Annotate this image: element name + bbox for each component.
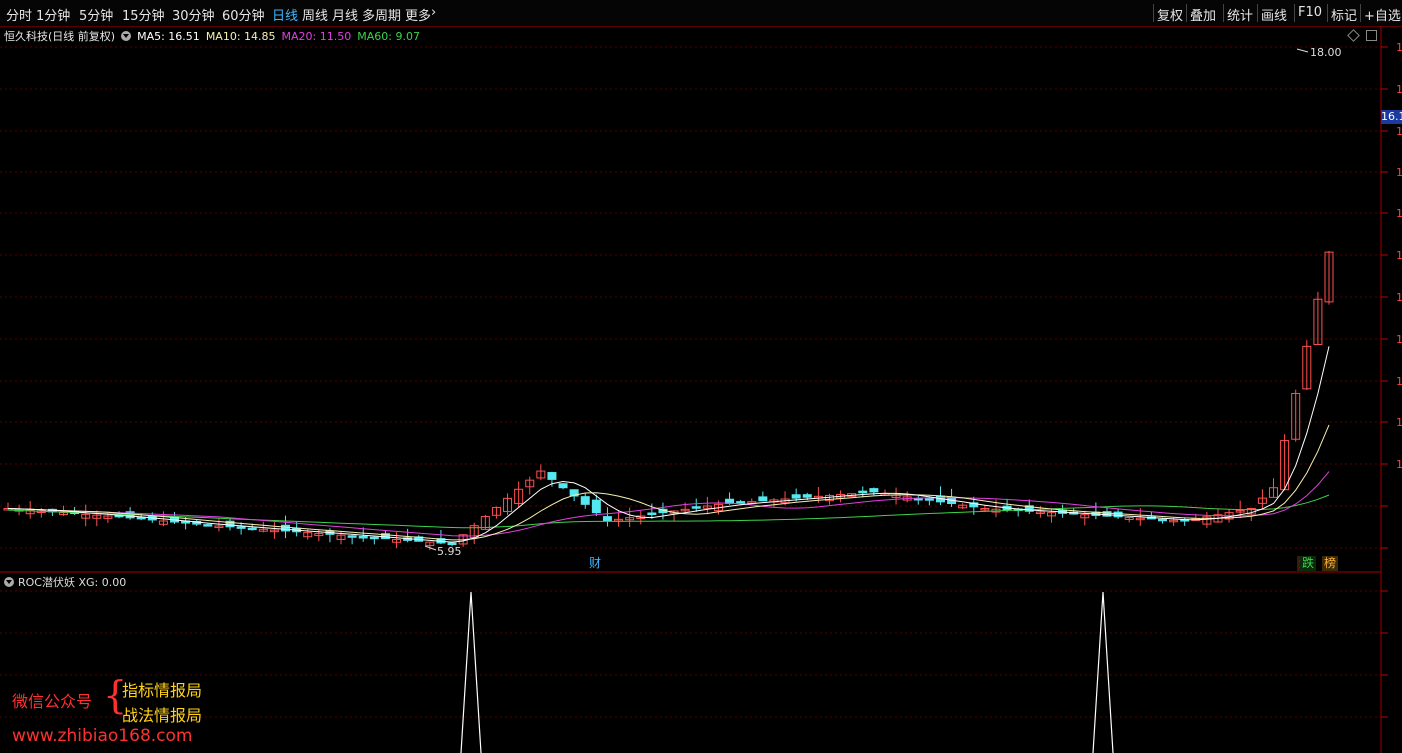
watermark-line2: 战法情报局 bbox=[122, 706, 203, 725]
axis-label: 1 bbox=[1396, 375, 1402, 388]
roc-spike bbox=[460, 591, 482, 753]
chevron-down-icon[interactable] bbox=[121, 31, 132, 41]
candle-body bbox=[347, 535, 357, 538]
ma20-label: MA20: 11.50 bbox=[281, 30, 352, 43]
event-mark-finance[interactable]: 财 bbox=[587, 556, 603, 571]
badge-fall[interactable]: 跌 bbox=[1300, 556, 1317, 571]
high-price-label: 18.00 bbox=[1310, 46, 1342, 59]
watermark-wechat: 微信公众号 bbox=[12, 692, 93, 711]
candle-body bbox=[281, 524, 291, 532]
sub-indicator-bar: ROC潜伏妖 XG: 0.00 bbox=[4, 574, 126, 590]
candle-body bbox=[1102, 511, 1112, 517]
axis-label: 1 bbox=[1396, 458, 1402, 471]
low-price-label: 5.95 bbox=[437, 545, 462, 558]
candle-body bbox=[247, 527, 257, 531]
ma10-label: MA10: 14.85 bbox=[205, 30, 276, 43]
ma60-label: MA60: 9.07 bbox=[357, 30, 420, 43]
axis-label: 1 bbox=[1396, 291, 1402, 304]
badge-rank[interactable]: 榜 bbox=[1322, 556, 1339, 571]
axis-label: 1 bbox=[1396, 249, 1402, 262]
candle-body bbox=[869, 488, 879, 493]
axis-label: 1 bbox=[1396, 207, 1402, 220]
candle-body bbox=[558, 483, 568, 489]
candle-body bbox=[924, 498, 934, 501]
candle-body bbox=[791, 494, 801, 499]
watermark-line1: 指标情报局 bbox=[122, 681, 203, 700]
candle-body bbox=[858, 490, 868, 494]
candle-body bbox=[580, 496, 590, 505]
axis-label: 1 bbox=[1396, 166, 1402, 179]
candle-body bbox=[203, 524, 213, 527]
axis-label: 1 bbox=[1396, 125, 1402, 138]
candle-body bbox=[802, 494, 812, 498]
candle-body bbox=[647, 512, 657, 515]
candle-body bbox=[358, 536, 368, 539]
axis-label: 1 bbox=[1396, 416, 1402, 429]
panel-toggle-icon[interactable] bbox=[1366, 30, 1377, 41]
high-pointer bbox=[1296, 48, 1309, 53]
candle-body bbox=[1157, 518, 1167, 522]
stock-name[interactable]: 恒久科技(日线 前复权) bbox=[4, 30, 115, 43]
candle-body bbox=[236, 526, 246, 529]
roc-spike bbox=[1092, 591, 1114, 753]
watermark-url: www.zhibiao168.com bbox=[12, 726, 193, 746]
current-price-tag: 16.1 bbox=[1381, 110, 1402, 124]
candle-body bbox=[547, 472, 557, 480]
candle-body bbox=[602, 516, 612, 522]
candle-body bbox=[691, 506, 701, 509]
axis-label: 1 bbox=[1396, 83, 1402, 96]
main-info-bar: 恒久科技(日线 前复权) MA5: 16.51 MA10: 14.85 MA20: 1… bbox=[4, 28, 426, 44]
chevron-down-icon[interactable] bbox=[4, 577, 14, 587]
kline-chart[interactable]: 1 1 1 1 1 1 1 1 1 1 1 18.00 5.95 bbox=[0, 0, 1402, 753]
sub-indicator-title[interactable]: ROC潜伏妖 XG: 0.00 bbox=[18, 576, 126, 589]
ma5-label: MA5: 16.51 bbox=[137, 30, 200, 43]
candle-body bbox=[591, 499, 601, 514]
candle-body bbox=[369, 536, 379, 540]
candle-body bbox=[736, 501, 746, 504]
candle-body bbox=[1113, 511, 1123, 518]
candle-body bbox=[758, 496, 768, 502]
ma5-line bbox=[7, 346, 1330, 543]
axis-label: 1 bbox=[1396, 41, 1402, 54]
axis-label: 1 bbox=[1396, 333, 1402, 346]
